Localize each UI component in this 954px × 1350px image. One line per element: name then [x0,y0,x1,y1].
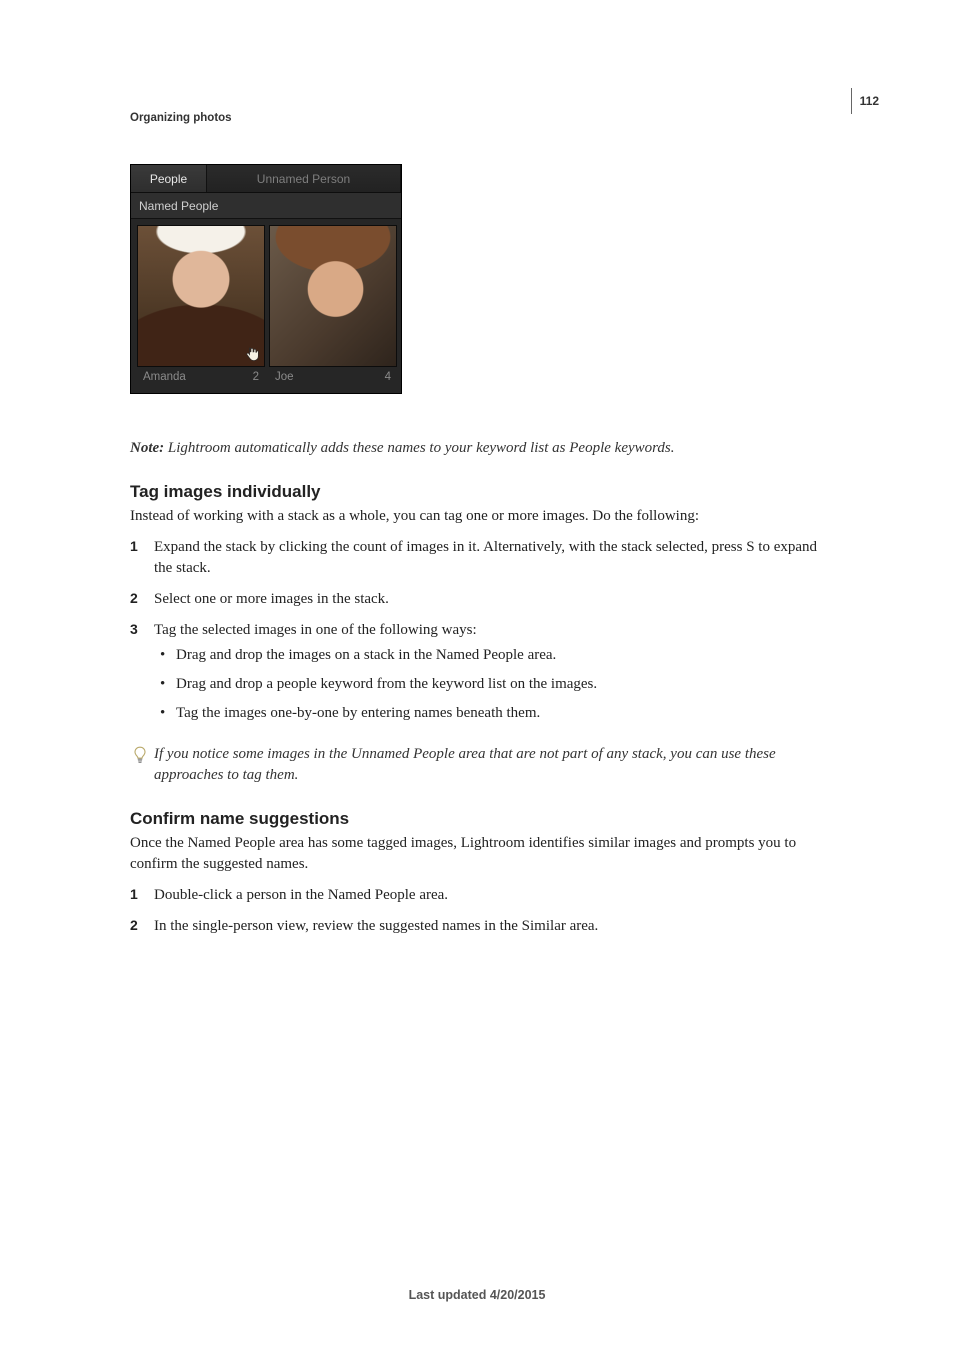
panel-tabs: People Unnamed Person [131,165,401,193]
page-number-rule [851,88,852,114]
note-paragraph: Note: Lightroom automatically adds these… [130,438,830,458]
page-number: 112 [860,94,879,108]
note-text: Lightroom automatically adds these names… [168,440,675,456]
thumb-count: 4 [385,371,391,383]
footer-last-updated: Last updated 4/20/2015 [0,1288,954,1302]
page-number-block: 112 [851,88,879,114]
lightbulb-icon [132,744,148,785]
thumb-name: Joe [275,371,294,383]
section2-intro: Once the Named People area has some tagg… [130,833,830,875]
step-item: Select one or more images in the stack. [130,589,830,620]
thumb-count: 2 [253,371,259,383]
step-item: Double-click a person in the Named Peopl… [130,885,830,916]
step-item: Expand the stack by clicking the count o… [130,537,830,589]
thumb-wrap: Amanda 2 [137,225,265,389]
person-thumb [269,225,397,367]
section1-intro: Instead of working with a stack as a who… [130,506,830,527]
note-label: Note: [130,440,164,456]
thumb-bar: Joe 4 [269,367,397,389]
tip-text: If you notice some images in the Unnamed… [154,744,830,785]
section1-sublist: Drag and drop the images on a stack in t… [154,645,830,732]
tab-people: People [131,165,207,192]
tip-callout: If you notice some images in the Unnamed… [132,744,830,785]
thumb-bar: Amanda 2 [137,367,265,389]
sublist-item: Drag and drop the images on a stack in t… [154,645,830,674]
tab-unnamed-person: Unnamed Person [207,165,401,192]
hand-cursor-icon [244,346,260,362]
heading-tag-images: Tag images individually [130,482,830,502]
person-thumb [137,225,265,367]
section2-steps: Double-click a person in the Named Peopl… [130,885,830,947]
sublist-item: Tag the images one-by-one by entering na… [154,703,830,732]
step-item: Tag the selected images in one of the fo… [130,620,830,742]
panel-subhead: Named People [131,193,401,219]
heading-confirm-suggestions: Confirm name suggestions [130,809,830,829]
section1-steps: Expand the stack by clicking the count o… [130,537,830,742]
step-item: In the single-person view, review the su… [130,916,830,947]
step-text: Tag the selected images in one of the fo… [154,622,477,638]
running-head: Organizing photos [130,112,232,124]
thumb-row: Amanda 2 Joe 4 [131,219,401,393]
thumb-wrap: Joe 4 [269,225,397,389]
people-panel-screenshot: People Unnamed Person Named People Amand… [130,164,402,394]
thumb-name: Amanda [143,371,186,383]
sublist-item: Drag and drop a people keyword from the … [154,674,830,703]
